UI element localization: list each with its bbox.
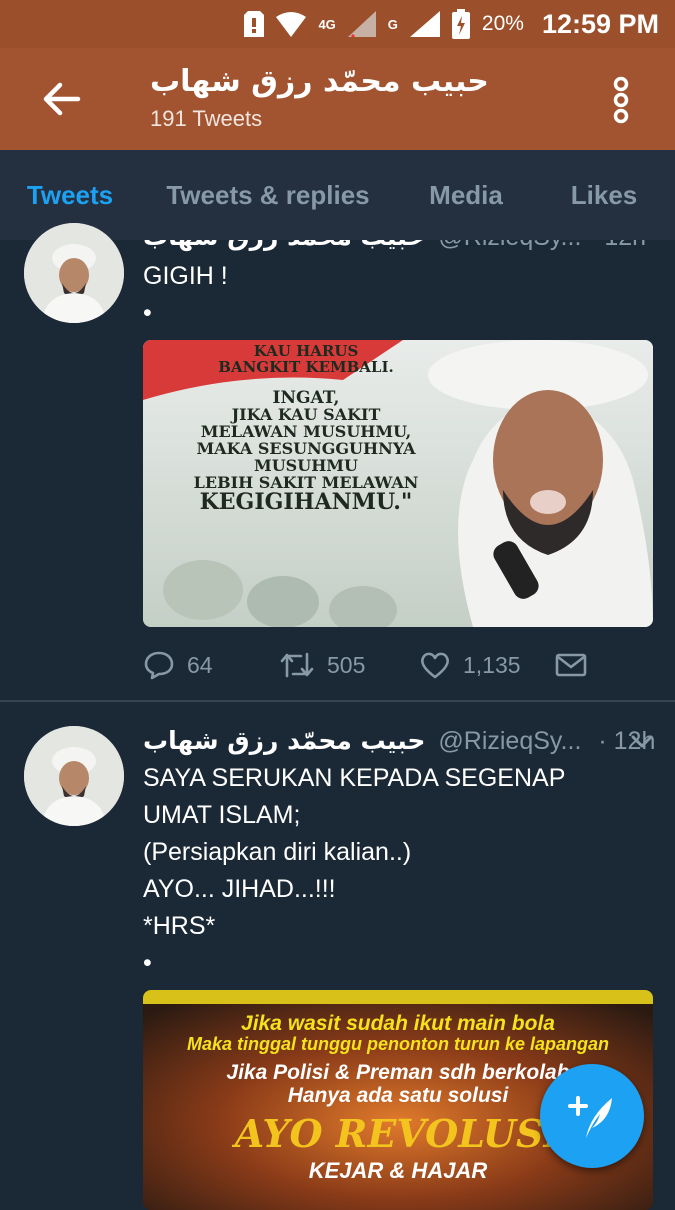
like-count: 1,135 [463, 651, 521, 678]
more-options-icon[interactable] [606, 76, 636, 124]
network-type-label-2: G [387, 16, 398, 32]
profile-tabs: Tweets Tweets & replies Media Likes [0, 150, 675, 240]
profile-title: حبيب محمّد رزق شهاب [150, 64, 489, 99]
reply-button[interactable]: 64 [143, 645, 213, 685]
tweet-text: GIGIH ! • [143, 258, 228, 332]
media-caption-line: KEGIGIHANMU." [199, 489, 413, 516]
sd-card-icon [244, 11, 265, 37]
avatar[interactable] [24, 726, 124, 826]
envelope-icon [555, 653, 587, 677]
chevron-down-icon[interactable] [630, 734, 654, 750]
tab-likes[interactable]: Likes [540, 150, 668, 240]
like-button[interactable]: 1,135 [419, 645, 521, 685]
tweet-text-line: SAYA SERUKAN KEPADA SEGENAP [143, 764, 566, 792]
tweet-media-image[interactable]: KAU HARUS BANGKIT KEMBALI. INGAT, JIKA K… [143, 340, 653, 627]
retweet-icon [280, 652, 314, 678]
battery-charging-icon [451, 9, 470, 39]
media-caption-line: Maka tinggal tunggu penonton turun ke la… [187, 1034, 609, 1055]
tweet-author-handle: @RizieqSy... [438, 727, 582, 755]
tweet-count: 191 Tweets [150, 106, 263, 131]
tweet-author-name[interactable]: حبيب محمّد رزق شهاب [143, 726, 425, 755]
retweet-count: 505 [327, 651, 366, 678]
app-bar: حبيب محمّد رزق شهاب 191 Tweets [0, 48, 675, 150]
clock: 12:59 PM [541, 8, 659, 39]
tab-media[interactable]: Media [404, 150, 528, 240]
status-bar: 4G G 20% 12:59 PM [0, 0, 675, 48]
tweet-text-line: *HRS* [143, 912, 216, 940]
retweet-button[interactable]: 505 [279, 645, 365, 685]
tweet-text-line: GIGIH ! [143, 262, 228, 290]
media-caption-line: MUSUHMU [254, 455, 358, 475]
compose-feather-icon [568, 1096, 612, 1138]
avatar[interactable] [24, 223, 124, 323]
back-arrow-icon[interactable] [38, 76, 84, 122]
wifi-icon [276, 12, 307, 37]
signal-icon-2 [409, 11, 440, 37]
reply-icon [144, 651, 174, 680]
tweet-text-line: • [143, 299, 152, 327]
tweet-actions: 64 505 1,135 [143, 645, 653, 685]
tweet-item[interactable]: حبيب محمّد رزق شهاب @RizieqSy... 12h GIG… [0, 223, 675, 700]
heart-icon [421, 652, 449, 679]
signal-icon [347, 11, 376, 37]
tweet-header: حبيب محمّد رزق شهاب @RizieqSy... · 12h [143, 726, 655, 756]
tweet-text-line: (Persiapkan diri kalian..) [143, 838, 412, 866]
battery-percent: 20% [481, 12, 524, 35]
reply-count: 64 [187, 651, 213, 678]
tweet-text: SAYA SERUKAN KEPADA SEGENAP UMAT ISLAM; … [143, 760, 565, 982]
compose-tweet-button[interactable] [540, 1064, 644, 1168]
network-type-label: 4G [318, 16, 336, 32]
direct-message-button[interactable] [555, 645, 587, 685]
tab-tweets-replies[interactable]: Tweets & replies [150, 150, 386, 240]
media-caption-line: Jika wasit sudah ikut main bola [241, 1012, 555, 1035]
tweet-text-line: • [143, 949, 152, 977]
media-caption-line: BANGKIT KEMBALI. [218, 357, 394, 376]
tweet-text-line: UMAT ISLAM; [143, 801, 301, 829]
tweet-text-line: AYO... JIHAD...!!! [143, 875, 336, 903]
